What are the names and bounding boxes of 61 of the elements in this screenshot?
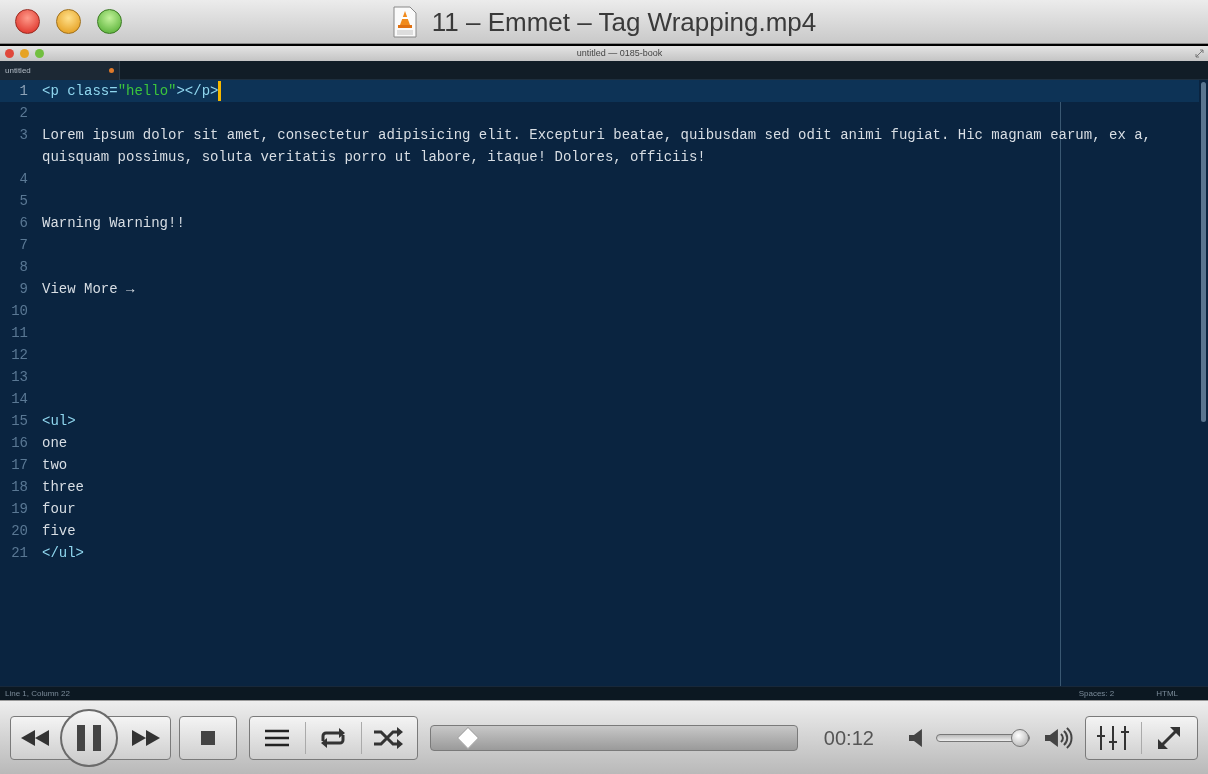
minimize-button[interactable] xyxy=(56,9,81,34)
line-number: 11 xyxy=(10,324,28,343)
line-number: 8 xyxy=(18,258,28,277)
line-number: 1 xyxy=(18,82,28,101)
zoom-button[interactable] xyxy=(97,9,122,34)
line-number: 4 xyxy=(18,170,28,189)
seek-bar[interactable] xyxy=(429,724,798,751)
code-line: five xyxy=(42,522,76,541)
line-number: 18 xyxy=(10,478,28,497)
repeat-icon[interactable] xyxy=(319,726,348,749)
line-number: 5 xyxy=(18,192,28,211)
line-number: 19 xyxy=(10,500,28,519)
close-button[interactable] xyxy=(5,49,14,58)
volume-thumb[interactable] xyxy=(1010,728,1029,747)
pause-button[interactable] xyxy=(60,708,118,767)
window-title: 11 – Emmet – Tag Wrapping.mp4 xyxy=(431,5,817,39)
cursor-position: Line 1, Column 22 xyxy=(4,687,71,700)
elapsed-time: 00:12 xyxy=(823,725,875,751)
line-number: 17 xyxy=(10,456,28,475)
line-number: 7 xyxy=(18,236,28,255)
line-number: 14 xyxy=(10,390,28,409)
line-number: 9 xyxy=(18,280,28,299)
video-file-icon xyxy=(391,6,418,38)
indentation-setting[interactable]: Spaces: 2 xyxy=(1078,687,1115,700)
line-number: 13 xyxy=(10,368,28,387)
stop-icon xyxy=(201,730,216,745)
code-line: four xyxy=(42,500,76,519)
editor-tab[interactable]: untitled xyxy=(0,61,120,80)
line-number: 15 xyxy=(10,412,28,431)
syntax-setting[interactable]: HTML xyxy=(1156,687,1178,700)
line-number: 20 xyxy=(10,522,28,541)
text-cursor xyxy=(218,81,222,101)
fast-forward-icon[interactable] xyxy=(132,729,161,746)
code-line: three xyxy=(42,478,84,497)
code-line: </ul> xyxy=(42,544,84,563)
line-number: 6 xyxy=(18,214,28,233)
code-line: one xyxy=(42,434,68,453)
pause-icon xyxy=(77,724,101,751)
line-number: 12 xyxy=(10,346,28,365)
line-number: 21 xyxy=(10,544,28,563)
rewind-icon[interactable] xyxy=(21,729,49,746)
code-line: View More → xyxy=(42,280,135,299)
code-line: two xyxy=(42,456,68,475)
line-number: 16 xyxy=(10,434,28,453)
code-line: Warning Warning!! xyxy=(42,214,185,233)
code-line: <p class="hello"></p> xyxy=(42,82,219,101)
stop-button[interactable] xyxy=(179,715,237,760)
editor-title: untitled — 0185-book xyxy=(576,49,663,58)
shuffle-icon[interactable] xyxy=(374,726,405,749)
line-number: 10 xyxy=(10,302,28,321)
volume-low-icon[interactable] xyxy=(909,728,924,747)
volume-high-icon[interactable] xyxy=(1044,726,1073,749)
line-number: 3 xyxy=(18,126,28,145)
close-button[interactable] xyxy=(15,9,40,34)
fullscreen-icon[interactable] xyxy=(1156,724,1183,751)
code-line: <ul> xyxy=(42,412,76,431)
scrollbar-thumb[interactable] xyxy=(1201,82,1206,422)
code-line: Lorem ipsum dolor sit amet, consectetur adipisicing elit. Excepturi beatae, quibusdam sed odit animi fugiat. Hic magnam earum, ex a, quisquam possimus, soluta veritatis porro ut labore, itaque! Dolores, officiis! xyxy=(42,126,1152,167)
equalizer-icon[interactable] xyxy=(1097,725,1130,750)
line-number: 2 xyxy=(18,104,28,123)
playlist-icon[interactable] xyxy=(265,728,290,747)
